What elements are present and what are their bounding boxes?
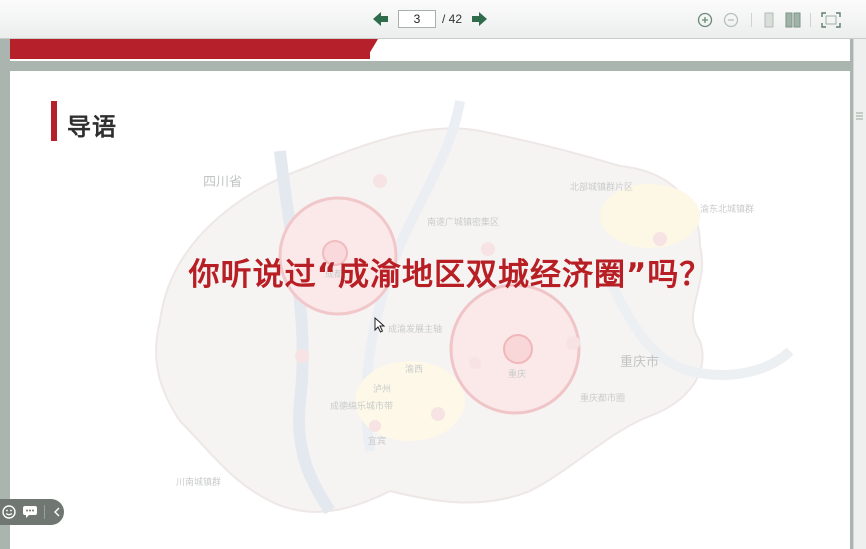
map-label-province: 四川省 bbox=[203, 175, 243, 190]
emoji-button[interactable] bbox=[2, 504, 16, 520]
toolbox-separator bbox=[44, 505, 45, 519]
single-page-view-button[interactable] bbox=[760, 11, 778, 29]
zoom-in-icon bbox=[697, 12, 713, 28]
mouse-cursor-icon bbox=[374, 317, 386, 333]
slide-heading: 导语 bbox=[67, 113, 117, 141]
fullscreen-button[interactable] bbox=[820, 11, 842, 29]
scroll-grip-icon bbox=[856, 112, 863, 120]
slide-question: 你听说过“成渝地区双城经济圈”吗？ bbox=[188, 257, 712, 293]
fullscreen-icon bbox=[821, 12, 841, 28]
map-label-city: 重庆市 bbox=[620, 355, 660, 370]
pdf-page: 四川省 重庆市 北部城镇群片区 渝东北城镇群 成都 重庆 川南城镇群 成德绵乐城… bbox=[10, 71, 850, 549]
single-page-icon bbox=[764, 12, 774, 28]
previous-page-button[interactable] bbox=[370, 10, 392, 28]
collapse-toolbox-button[interactable] bbox=[51, 504, 64, 520]
map-label: 川南城镇群 bbox=[176, 478, 222, 488]
page-navigation: / 42 bbox=[370, 10, 490, 28]
zoom-out-button[interactable] bbox=[722, 11, 740, 29]
smiley-icon bbox=[2, 505, 16, 519]
heading-accent-bar bbox=[51, 101, 57, 141]
chevron-left-icon bbox=[54, 507, 60, 517]
toolbar-separator bbox=[810, 13, 811, 27]
map-label: 渝东北城镇群 bbox=[700, 205, 755, 215]
map-background bbox=[155, 100, 794, 515]
two-page-view-button[interactable] bbox=[784, 11, 802, 29]
map-label: 宜宾 bbox=[368, 437, 387, 447]
map-label: 重庆都市圈 bbox=[580, 394, 626, 404]
arrow-left-icon bbox=[373, 12, 388, 26]
arrow-right-icon bbox=[472, 12, 488, 26]
map-label: 重庆 bbox=[508, 370, 527, 380]
map-label: 成渝发展主轴 bbox=[388, 325, 443, 335]
page-total: / 42 bbox=[442, 12, 463, 26]
page-number-input[interactable] bbox=[398, 10, 436, 28]
map-label: 南遂广城镇密集区 bbox=[427, 218, 500, 228]
vertical-scrollbar[interactable] bbox=[853, 39, 866, 549]
next-page-button[interactable] bbox=[468, 10, 490, 28]
red-band-slant bbox=[358, 39, 378, 59]
decorative-red-band bbox=[10, 39, 370, 59]
pdf-toolbar: / 42 bbox=[0, 0, 866, 39]
chat-bubble-icon bbox=[23, 506, 37, 518]
map-label: 渝西 bbox=[405, 365, 424, 375]
previous-page-bottom bbox=[10, 39, 850, 61]
two-page-icon bbox=[785, 12, 801, 28]
zoom-in-button[interactable] bbox=[696, 11, 714, 29]
map-label: 北部城镇群片区 bbox=[570, 183, 634, 193]
chat-button[interactable] bbox=[22, 504, 38, 520]
toolbar-separator bbox=[751, 13, 752, 27]
map-label: 泸州 bbox=[373, 385, 392, 395]
map-label: 成德绵乐城市带 bbox=[330, 402, 394, 412]
floating-toolbox bbox=[0, 499, 64, 525]
zoom-out-icon bbox=[723, 12, 739, 28]
toolbar-right-group bbox=[696, 11, 866, 31]
